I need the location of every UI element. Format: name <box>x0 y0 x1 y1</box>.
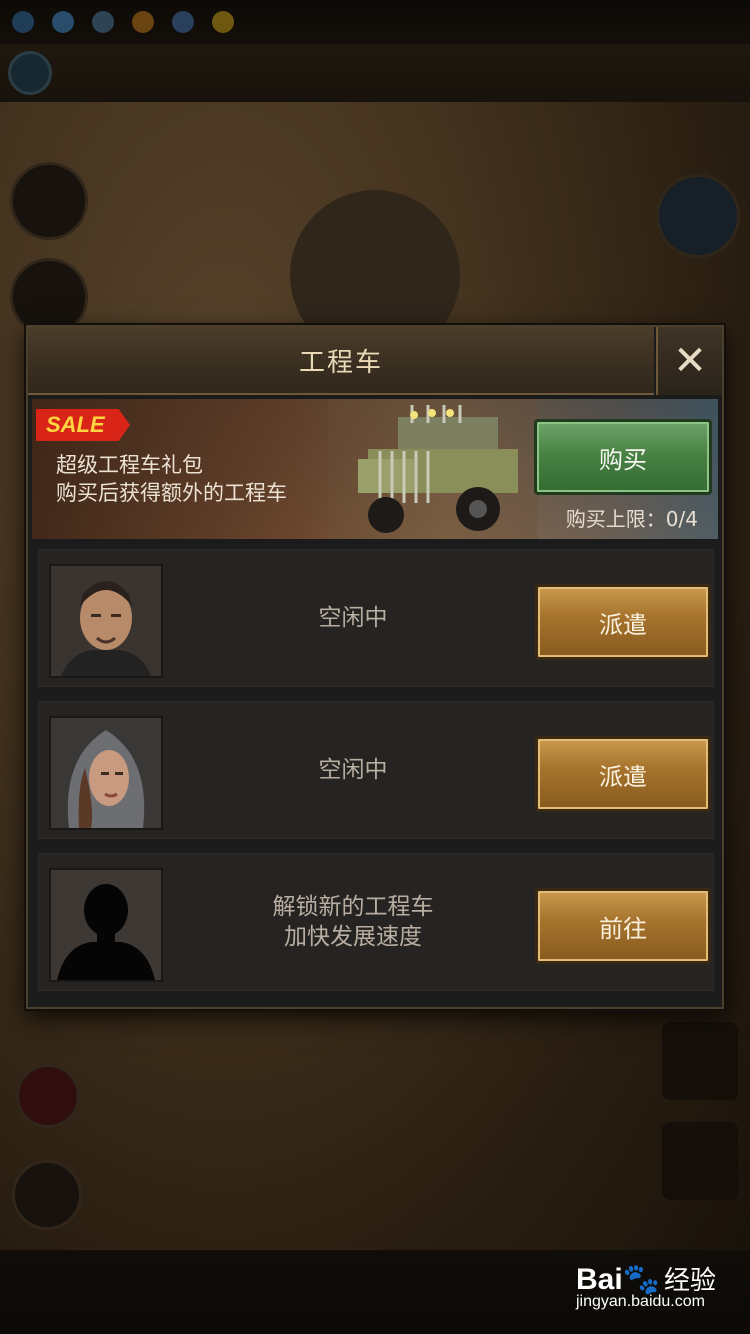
status-text: 空闲中 <box>318 605 388 631</box>
close-icon: ✕ <box>673 338 707 384</box>
sale-banner: SALE 超级工程车礼包 购买后获得额外的工程车 购买 购买上限：0/4 <box>32 399 718 539</box>
watermark-url: jingyan.baidu.com <box>576 1293 705 1310</box>
dialog-header: 工程车 <box>28 327 654 395</box>
commander-portrait <box>49 564 163 678</box>
vehicle-status: 空闲中 <box>173 550 533 686</box>
unlock-hint-line2: 加快发展速度 <box>284 924 422 950</box>
status-text: 空闲中 <box>318 757 388 783</box>
vehicle-row: 空闲中 派遣 <box>38 701 714 839</box>
locked-portrait <box>49 868 163 982</box>
dispatch-button[interactable]: 派遣 <box>535 736 711 812</box>
close-button[interactable]: ✕ <box>656 327 722 395</box>
buy-button[interactable]: 购买 <box>534 419 712 495</box>
sale-title: 超级工程车礼包 <box>56 453 203 477</box>
sale-badge: SALE <box>36 409 130 441</box>
baidu-jingyan-watermark: Bai🐾 经验 jingyan.baidu.com <box>576 1260 716 1311</box>
go-button[interactable]: 前往 <box>535 888 711 964</box>
vehicle-status: 空闲中 <box>173 702 533 838</box>
vehicle-row: 空闲中 派遣 <box>38 549 714 687</box>
commander-portrait <box>49 716 163 830</box>
unlock-hint-line1: 解锁新的工程车 <box>272 894 434 920</box>
unlock-hint: 解锁新的工程车 加快发展速度 <box>173 854 533 990</box>
dialog-title: 工程车 <box>298 347 383 378</box>
watermark-logo: Bai🐾 <box>576 1263 661 1296</box>
locked-vehicle-row: 解锁新的工程车 加快发展速度 前往 <box>38 853 714 991</box>
watermark-cn: 经验 <box>664 1265 717 1295</box>
purchase-limit: 购买上限：0/4 <box>565 507 698 531</box>
engineering-vehicle-dialog: 工程车 ✕ SALE 超级工程车礼包 购买后获得额外的工程车 购买 购买上限：0… <box>26 325 724 1009</box>
truck-image <box>328 399 538 539</box>
dispatch-button[interactable]: 派遣 <box>535 584 711 660</box>
sale-description: 购买后获得额外的工程车 <box>56 481 287 505</box>
